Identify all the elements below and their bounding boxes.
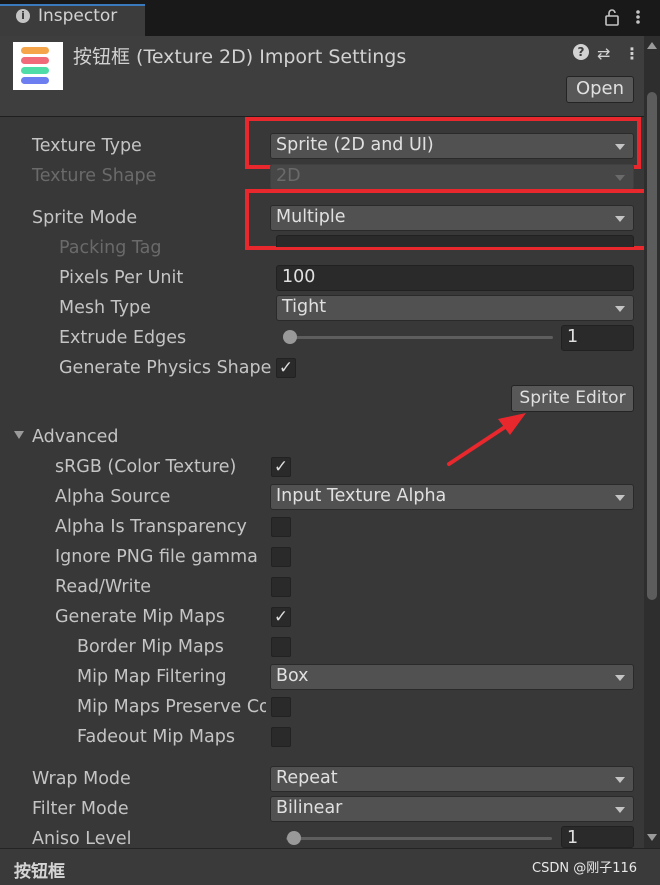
texture-shape-dropdown: 2D bbox=[270, 164, 634, 190]
highlight-box-texture-type bbox=[245, 117, 641, 169]
texture-shape-label: Texture Shape bbox=[32, 166, 157, 186]
scrollbar-thumb[interactable] bbox=[647, 92, 657, 600]
generate-mip-maps-label: Generate Mip Maps bbox=[55, 607, 225, 627]
generate-mip-maps-checkbox[interactable]: ✓ bbox=[271, 607, 291, 627]
border-mip-maps-label: Border Mip Maps bbox=[77, 637, 224, 657]
pixels-per-unit-input[interactable]: 100 bbox=[276, 265, 634, 291]
extrude-edges-slider-knob[interactable] bbox=[283, 330, 297, 344]
help-icon[interactable]: ? bbox=[573, 44, 589, 60]
read-write-label: Read/Write bbox=[55, 577, 152, 597]
red-arrow-annotation bbox=[447, 413, 526, 466]
scroll-up-icon[interactable] bbox=[647, 42, 657, 49]
wrap-mode-value: Repeat bbox=[276, 768, 338, 788]
filter-mode-dropdown[interactable]: Bilinear bbox=[270, 796, 634, 822]
ignore-png-gamma-checkbox[interactable] bbox=[271, 547, 291, 567]
chevron-down-icon bbox=[615, 675, 625, 681]
alpha-source-label: Alpha Source bbox=[55, 487, 171, 507]
chevron-down-icon bbox=[615, 306, 625, 312]
extrude-edges-input[interactable]: 1 bbox=[561, 325, 634, 351]
mip-map-filtering-label: Mip Map Filtering bbox=[77, 667, 227, 687]
ignore-png-gamma-label: Ignore PNG file gamma bbox=[55, 547, 258, 567]
alpha-source-value: Input Texture Alpha bbox=[276, 486, 447, 506]
mesh-type-label: Mesh Type bbox=[59, 298, 151, 318]
mesh-type-dropdown[interactable]: Tight bbox=[276, 295, 634, 321]
texture-shape-value: 2D bbox=[276, 166, 301, 186]
scroll-down-icon[interactable] bbox=[647, 834, 657, 841]
preset-icon[interactable]: ⇄ bbox=[597, 44, 610, 63]
packing-tag-label: Packing Tag bbox=[59, 238, 162, 258]
extrude-edges-label: Extrude Edges bbox=[59, 328, 187, 348]
pixels-per-unit-label: Pixels Per Unit bbox=[59, 268, 184, 288]
srgb-checkbox[interactable]: ✓ bbox=[271, 457, 291, 477]
fadeout-mip-maps-checkbox[interactable] bbox=[271, 727, 291, 747]
watermark: CSDN @刚子116 bbox=[532, 861, 638, 876]
lock-icon[interactable] bbox=[604, 8, 620, 26]
filter-mode-value: Bilinear bbox=[276, 798, 343, 818]
mip-maps-preserve-coverage-label: Mip Maps Preserve Coverage bbox=[77, 697, 266, 717]
extrude-edges-slider-track[interactable] bbox=[283, 336, 553, 339]
aniso-level-input[interactable]: 1 bbox=[561, 826, 634, 848]
alpha-is-transparency-label: Alpha Is Transparency bbox=[55, 517, 247, 537]
aniso-level-label: Aniso Level bbox=[32, 829, 132, 849]
header-title: 按钮框 (Texture 2D) Import Settings bbox=[73, 46, 407, 68]
chevron-down-icon bbox=[615, 175, 625, 181]
chevron-down-icon bbox=[615, 807, 625, 813]
read-write-checkbox[interactable] bbox=[271, 577, 291, 597]
foldout-arrow-icon[interactable] bbox=[14, 431, 24, 439]
alpha-source-dropdown[interactable]: Input Texture Alpha bbox=[270, 484, 634, 510]
border-mip-maps-checkbox[interactable] bbox=[271, 637, 291, 657]
header-menu-icon[interactable]: ⋮ bbox=[624, 44, 640, 63]
kebab-menu-icon[interactable] bbox=[630, 8, 646, 26]
chevron-down-icon bbox=[615, 777, 625, 783]
texture-thumbnail bbox=[13, 42, 63, 90]
wrap-mode-dropdown[interactable]: Repeat bbox=[270, 766, 634, 792]
tab-label: Inspector bbox=[38, 6, 118, 26]
fadeout-mip-maps-label: Fadeout Mip Maps bbox=[77, 727, 235, 747]
sprite-mode-label: Sprite Mode bbox=[32, 208, 138, 228]
mip-map-filtering-dropdown[interactable]: Box bbox=[270, 664, 634, 690]
wrap-mode-label: Wrap Mode bbox=[32, 769, 131, 789]
advanced-foldout-label[interactable]: Advanced bbox=[32, 426, 118, 448]
mip-map-filtering-value: Box bbox=[276, 666, 309, 686]
aniso-level-slider-track[interactable] bbox=[286, 837, 552, 840]
srgb-label: sRGB (Color Texture) bbox=[55, 457, 237, 477]
filter-mode-label: Filter Mode bbox=[32, 799, 129, 819]
mesh-type-value: Tight bbox=[282, 297, 327, 317]
open-button[interactable]: Open bbox=[566, 76, 634, 103]
alpha-is-transparency-checkbox[interactable] bbox=[271, 517, 291, 537]
mip-maps-preserve-coverage-checkbox[interactable] bbox=[271, 697, 291, 717]
chevron-down-icon bbox=[615, 495, 625, 501]
info-icon: i bbox=[16, 9, 30, 23]
packing-tag-input[interactable] bbox=[276, 235, 634, 247]
footer-asset-name: 按钮框 bbox=[14, 862, 65, 882]
generate-physics-shape-label: Generate Physics Shape bbox=[59, 358, 272, 378]
texture-type-label: Texture Type bbox=[32, 136, 142, 156]
generate-physics-shape-checkbox[interactable]: ✓ bbox=[276, 358, 296, 378]
aniso-level-slider-knob[interactable] bbox=[287, 831, 301, 845]
